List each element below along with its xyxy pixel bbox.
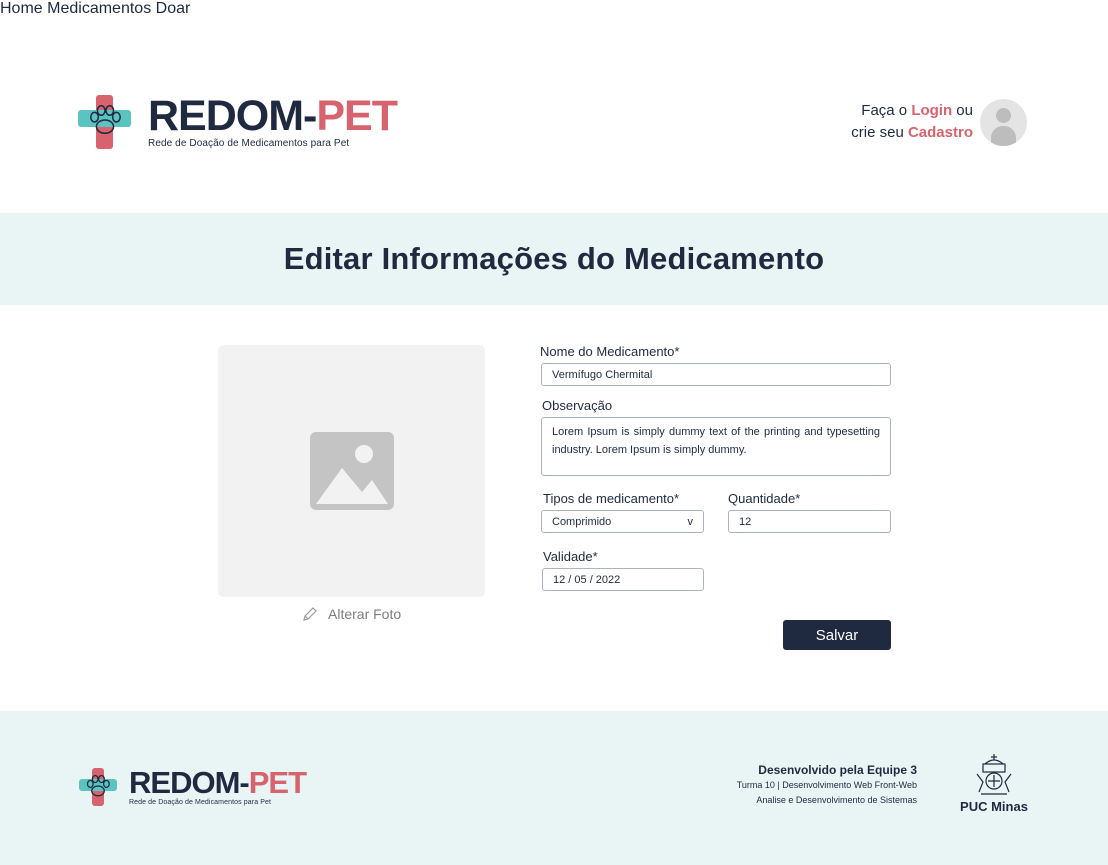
type-select-value: Comprimido [552,515,612,528]
footer-brand-subtitle: Rede de Doação de Medicamentos para Pet [129,799,272,806]
brand-title: REDOM-PET [148,91,398,140]
type-select[interactable]: Comprimido v [541,510,704,533]
change-photo-button[interactable]: Alterar Foto [302,606,401,622]
paw-icon [89,104,121,135]
auth-prompt: Faça o Login ou crie seu Cadastro [851,102,973,141]
cross-paw-logo-icon [78,95,132,149]
footer-brand-logo[interactable]: REDOM-PET Rede de Doação de Medicamentos… [79,765,307,806]
brand-logo[interactable]: REDOM-PET Rede de Doação de Medicamentos… [78,91,398,149]
pencil-icon [303,607,317,621]
observation-textarea[interactable]: Lorem Ipsum is simply dummy text of the … [541,417,891,476]
save-button[interactable]: Salvar [783,620,891,650]
name-input[interactable]: Vermífugo Chermital [541,363,891,386]
footer-credits: Desenvolvido pela Equipe 3 Turma 10 | De… [640,762,917,808]
credit-title: Desenvolvido pela Equipe 3 [758,763,917,777]
paw-icon [86,774,110,797]
validity-date-input[interactable]: 12 / 05 / 2022 [542,568,704,591]
nav-medicamentos[interactable]: Medicamentos [47,0,151,17]
brand-subtitle: Rede de Doação de Medicamentos para Pet [148,137,350,149]
nav-home[interactable]: Home [0,0,43,17]
footer-brand-title: REDOM-PET [129,765,307,800]
validity-label: Validade* [543,549,598,564]
site-header: REDOM-PET Rede de Doação de Medicamentos… [0,0,1108,213]
image-placeholder-icon [310,432,394,510]
puc-minas-logo: PUC Minas [956,752,1032,814]
page-title: Editar Informações do Medicamento [283,241,825,276]
credit-class: Turma 10 | Desenvolvimento Web Front-Web [736,780,917,790]
name-label: Nome do Medicamento* [540,344,680,359]
quantity-label: Quantidade* [728,491,801,506]
chevron-down-icon: v [687,515,694,528]
nav-doar[interactable]: Doar [156,0,191,17]
login-link[interactable]: Login [911,102,952,119]
user-avatar-icon[interactable] [980,99,1027,146]
type-label: Tipos de medicamento* [543,491,680,506]
puc-minas-label: PUC Minas [960,799,1028,814]
credit-course: Analise e Desenvolvimento de Sistemas [756,795,917,805]
page-title-band: Editar Informações do Medicamento [0,213,1108,305]
cross-paw-logo-icon [79,768,117,806]
change-photo-label: Alterar Foto [328,606,402,622]
quantity-input[interactable]: 12 [728,510,891,533]
signup-link[interactable]: Cadastro [908,124,973,141]
observation-label: Observação [542,398,613,413]
puc-crest-icon [976,754,1012,795]
